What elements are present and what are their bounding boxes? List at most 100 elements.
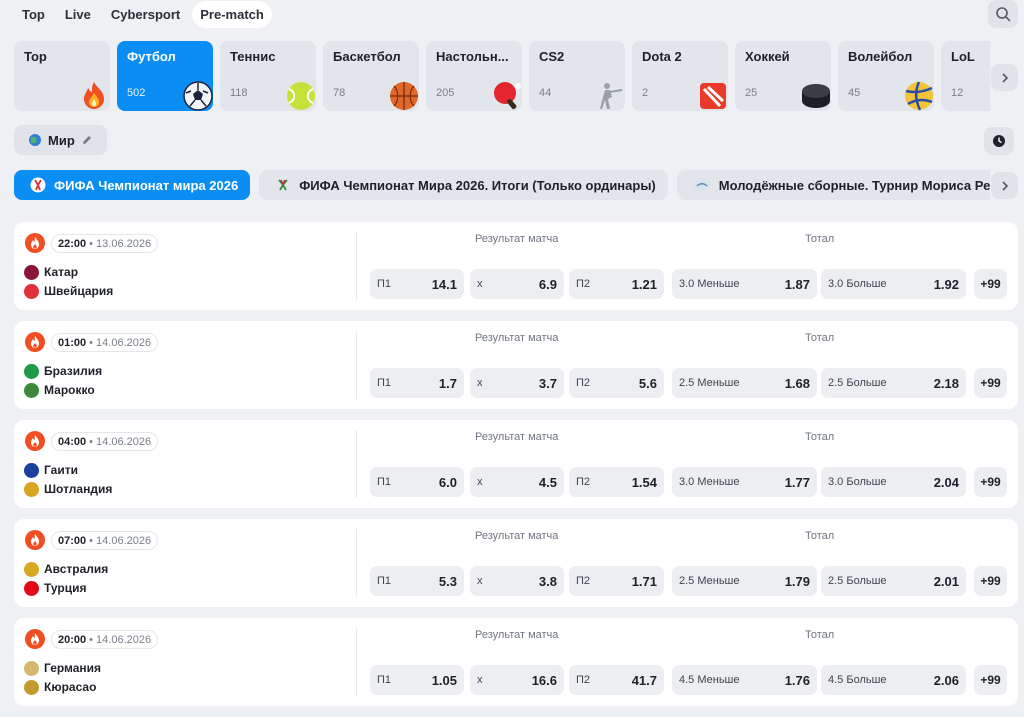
- match-date: • 14.06.2026: [89, 336, 152, 349]
- sport-volleyball[interactable]: Волейбол 45: [838, 41, 934, 111]
- sport-basketball[interactable]: Баскетбол 78: [323, 41, 419, 111]
- sports-next-button[interactable]: [991, 64, 1018, 91]
- time-filter-button[interactable]: [984, 127, 1014, 155]
- divider: [356, 232, 357, 300]
- total-header: Тотал: [805, 530, 835, 542]
- odd-value: 2.06: [933, 672, 959, 688]
- championships-next-button[interactable]: [991, 172, 1018, 199]
- sport-dota2[interactable]: Dota 2 2: [632, 41, 728, 111]
- team-flag-icon: [24, 679, 39, 695]
- tab-pre-match[interactable]: Pre-match: [192, 0, 272, 28]
- result-header: Результат матча: [475, 233, 559, 245]
- odd-over[interactable]: 4.5 Больше 2.06: [821, 665, 966, 695]
- odd-under[interactable]: 3.0 Меньше 1.77: [672, 467, 817, 497]
- fifa-trophy-icon: [278, 179, 288, 191]
- odd-under[interactable]: 3.0 Меньше 1.87: [672, 269, 817, 299]
- odd-draw[interactable]: х 16.6: [470, 665, 564, 695]
- more-markets-button[interactable]: +99: [974, 368, 1007, 398]
- odd-over[interactable]: 3.0 Больше 1.92: [821, 269, 966, 299]
- odd-draw[interactable]: х 6.9: [470, 269, 564, 299]
- sport-lol[interactable]: LoL 12: [941, 41, 990, 111]
- championship-chip[interactable]: ФИФА Чемпионат мира 2026: [14, 170, 251, 200]
- sport-football[interactable]: Футбол 502: [117, 41, 213, 111]
- sport-label: Top: [24, 49, 47, 64]
- team-away[interactable]: Шотландия: [24, 481, 112, 497]
- odd-p1[interactable]: П1 6.0: [370, 467, 464, 497]
- odd-draw[interactable]: х 4.5: [470, 467, 564, 497]
- pencil-icon: [82, 136, 91, 144]
- odd-p2[interactable]: П2 41.7: [569, 665, 664, 695]
- odd-under[interactable]: 2.5 Меньше 1.68: [672, 368, 817, 398]
- more-markets-button[interactable]: +99: [974, 269, 1007, 299]
- odd-value: 3.7: [538, 375, 557, 391]
- championship-chip[interactable]: Молодёжные сборные. Турнир Мориса Реве: [676, 170, 990, 200]
- odd-value: 1.92: [933, 276, 959, 292]
- team-home[interactable]: Бразилия: [24, 363, 102, 379]
- odd-p2[interactable]: П2 1.21: [569, 269, 664, 299]
- divider: [356, 430, 357, 498]
- fire-icon: [25, 431, 45, 451]
- odd-value: 1.79: [784, 573, 810, 589]
- odd-value: 4.5: [538, 474, 557, 490]
- sport-table-tennis[interactable]: Настольн... 205: [426, 41, 522, 111]
- team-name: Турция: [44, 581, 87, 595]
- sport-count: 12: [951, 87, 964, 99]
- team-home[interactable]: Германия: [24, 660, 101, 676]
- tab-cybersport[interactable]: Cybersport: [103, 1, 188, 28]
- odd-label: х: [477, 278, 483, 290]
- odd-p2[interactable]: П2 5.6: [569, 368, 664, 398]
- tennis-ball-icon: [287, 82, 315, 110]
- odd-value: 6.9: [538, 276, 557, 292]
- odd-label: 3.0 Меньше: [679, 476, 740, 488]
- hockey-puck-icon: [802, 84, 830, 108]
- odd-under[interactable]: 4.5 Меньше 1.76: [672, 665, 817, 695]
- team-home[interactable]: Австралия: [24, 561, 108, 577]
- odd-p1[interactable]: П1 1.7: [370, 368, 464, 398]
- odd-p1[interactable]: П1 14.1: [370, 269, 464, 299]
- match-card[interactable]: 04:00 • 14.06.2026 Гаити Шотландия Резуль…: [14, 420, 1018, 508]
- team-away[interactable]: Швейцария: [24, 283, 113, 299]
- team-away[interactable]: Турция: [24, 580, 86, 596]
- championship-chip[interactable]: ФИФА Чемпионат Мира 2026. Итоги (Только …: [259, 170, 668, 200]
- match-card[interactable]: 01:00 • 14.06.2026 Бразилия Марокко Резул…: [14, 321, 1018, 409]
- match-card[interactable]: 20:00 • 14.06.2026 Германия Кюрасао Резул…: [14, 618, 1018, 706]
- sport-tennis[interactable]: Теннис 118: [220, 41, 316, 111]
- team-name: Германия: [44, 661, 102, 675]
- odd-p1[interactable]: П1 1.05: [370, 665, 464, 695]
- sport-count: 44: [539, 87, 552, 99]
- search-button[interactable]: [988, 0, 1018, 28]
- match-card[interactable]: 22:00 • 13.06.2026 Катар Швейцария Резуль…: [14, 222, 1018, 310]
- odd-label: П1: [377, 278, 392, 290]
- match-date: • 14.06.2026: [89, 633, 152, 646]
- team-away[interactable]: Марокко: [24, 382, 95, 398]
- odd-p1[interactable]: П1 5.3: [370, 566, 464, 596]
- odd-draw[interactable]: х 3.8: [470, 566, 564, 596]
- region-label: Мир: [48, 132, 75, 148]
- team-away[interactable]: Кюрасао: [24, 679, 96, 695]
- tab-top[interactable]: Top: [14, 1, 53, 28]
- more-markets-button[interactable]: +99: [974, 665, 1007, 695]
- odd-p2[interactable]: П2 1.71: [569, 566, 664, 596]
- tournament-logo-icon: [693, 179, 710, 191]
- team-name: Бразилия: [44, 364, 103, 378]
- sport-top[interactable]: Top: [14, 41, 110, 111]
- team-flag-icon: [24, 264, 39, 280]
- team-home[interactable]: Гаити: [24, 462, 78, 478]
- team-home[interactable]: Катар: [24, 264, 78, 280]
- sport-label: Хоккей: [745, 49, 790, 64]
- odd-over[interactable]: 2.5 Больше 2.18: [821, 368, 966, 398]
- sport-hockey[interactable]: Хоккей 25: [735, 41, 831, 111]
- tab-live[interactable]: Live: [57, 1, 99, 28]
- odd-over[interactable]: 2.5 Больше 2.01: [821, 566, 966, 596]
- odd-under[interactable]: 2.5 Меньше 1.79: [672, 566, 817, 596]
- match-card[interactable]: 07:00 • 14.06.2026 Австралия Турция Резул…: [14, 519, 1018, 607]
- more-markets-button[interactable]: +99: [974, 566, 1007, 596]
- odd-draw[interactable]: х 3.7: [470, 368, 564, 398]
- more-markets-button[interactable]: +99: [974, 467, 1007, 497]
- match-time-value: 01:00: [58, 336, 87, 349]
- region-filter-button[interactable]: Мир: [14, 125, 107, 155]
- sport-cs2[interactable]: CS2 44: [529, 41, 625, 111]
- team-name: Швейцария: [44, 284, 114, 298]
- odd-over[interactable]: 3.0 Больше 2.04: [821, 467, 966, 497]
- odd-p2[interactable]: П2 1.54: [569, 467, 664, 497]
